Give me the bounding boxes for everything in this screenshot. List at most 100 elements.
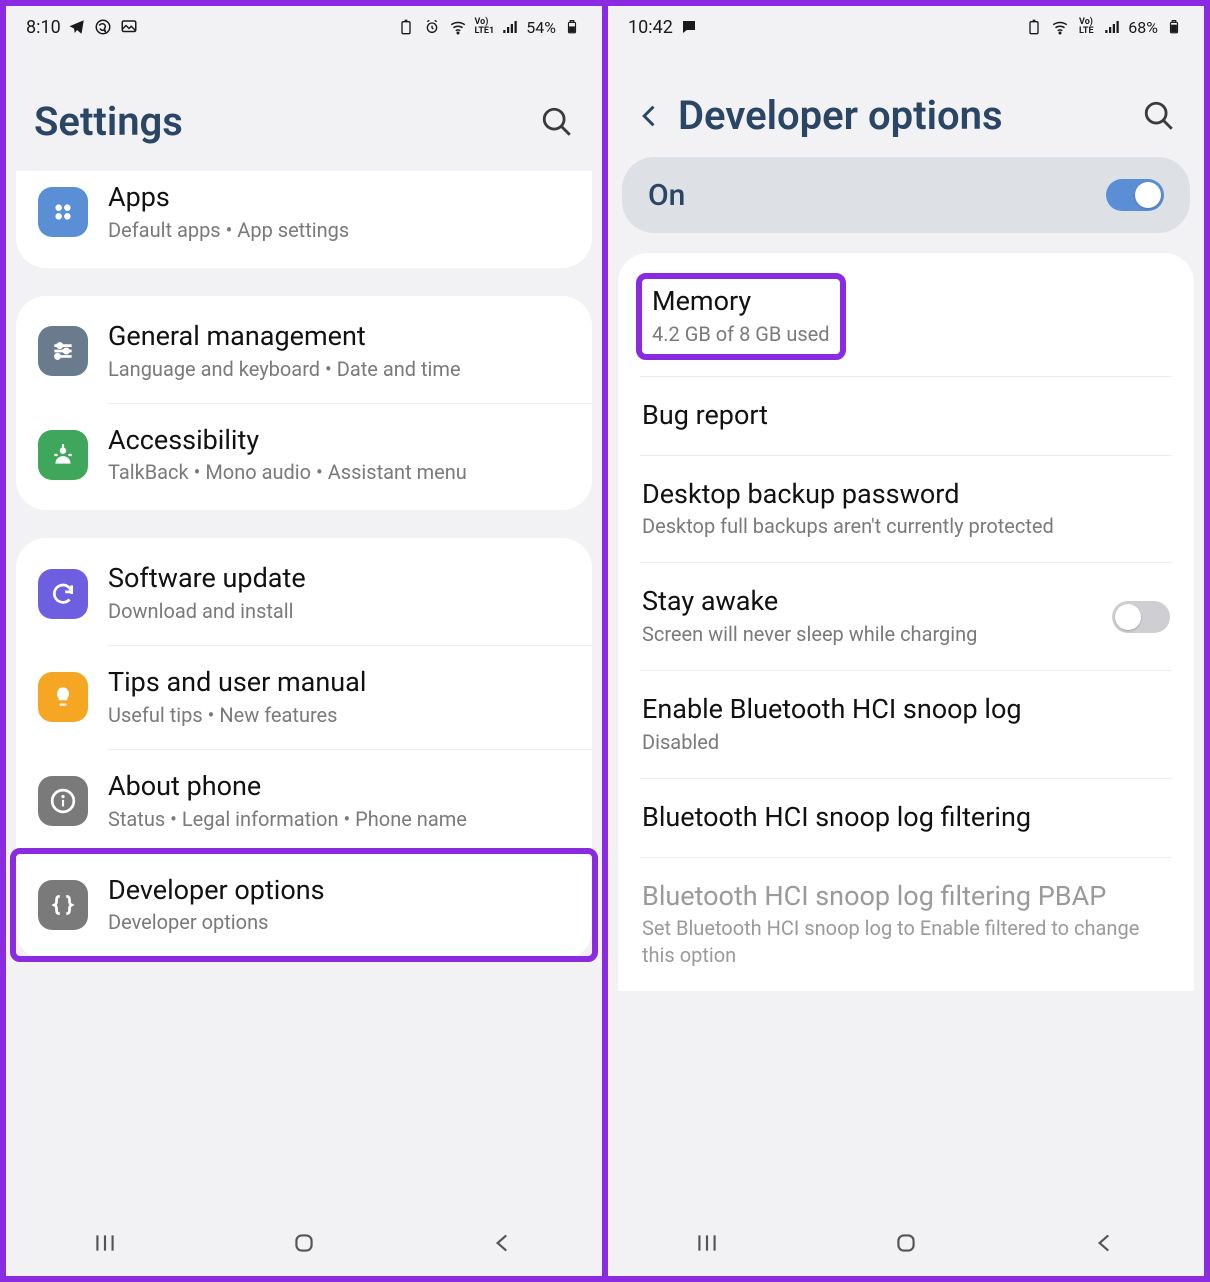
- row-title: Tips and user manual: [108, 666, 570, 700]
- row-title: Apps: [108, 181, 570, 215]
- settings-row-accessibility[interactable]: AccessibilityTalkBack • Mono audio • Ass…: [16, 404, 592, 507]
- image-icon: [119, 17, 139, 37]
- dev-row-hcilog[interactable]: Enable Bluetooth HCI snoop logDisabled: [618, 671, 1194, 778]
- telegram-icon: [67, 17, 87, 37]
- settings-row-software[interactable]: Software updateDownload and install: [16, 542, 592, 645]
- row-title: Bluetooth HCI snoop log filtering PBAP: [642, 880, 1170, 914]
- settings-group: AppsDefault apps • App settings: [16, 171, 592, 268]
- phone-right-developer: 10:42 Vo)LTE 68% Developer options On Me…: [608, 0, 1210, 1282]
- phone-left-settings: 8:10 Vo)LTE1 54% Settings AppsDefault ap…: [0, 0, 608, 1282]
- nav-recents[interactable]: [87, 1225, 123, 1261]
- row-title: Desktop backup password: [642, 478, 1170, 512]
- row-title: Bug report: [642, 399, 1170, 433]
- settings-row-about[interactable]: About phoneStatus • Legal information • …: [16, 750, 592, 853]
- nav-bar: [608, 1210, 1204, 1276]
- battery-icon: [1164, 17, 1184, 37]
- back-button[interactable]: [636, 102, 664, 130]
- settings-row-developer[interactable]: Developer optionsDeveloper options: [16, 854, 592, 957]
- status-bar: 10:42 Vo)LTE 68%: [608, 6, 1204, 48]
- status-time: 8:10: [26, 17, 61, 38]
- row-text: AccessibilityTalkBack • Mono audio • Ass…: [108, 424, 570, 487]
- row-text: Stay awakeScreen will never sleep while …: [642, 585, 1092, 648]
- row-title: Enable Bluetooth HCI snoop log: [642, 693, 1170, 727]
- dev-row-hcipbap: Bluetooth HCI snoop log filtering PBAPSe…: [618, 858, 1194, 992]
- row-subtitle: Set Bluetooth HCI snoop log to Enable fi…: [642, 915, 1170, 969]
- signal-icon: [1102, 17, 1122, 37]
- status-bar: 8:10 Vo)LTE1 54%: [6, 6, 602, 48]
- row-text: About phoneStatus • Legal information • …: [108, 770, 570, 833]
- page-header: Developer options: [608, 48, 1204, 157]
- page-title: Settings: [34, 98, 526, 145]
- dev-row-bugreport[interactable]: Bug report: [618, 377, 1194, 455]
- dev-row-stayawake[interactable]: Stay awakeScreen will never sleep while …: [618, 563, 1194, 670]
- row-title: Stay awake: [642, 585, 1092, 619]
- signal-icon: [500, 17, 520, 37]
- master-toggle[interactable]: [1106, 179, 1164, 211]
- refresh-icon: [38, 569, 88, 619]
- nav-home[interactable]: [286, 1225, 322, 1261]
- dev-row-memory[interactable]: Memory4.2 GB of 8 GB used: [618, 257, 1194, 376]
- search-button[interactable]: [540, 105, 574, 139]
- alarm-icon: [422, 17, 442, 37]
- row-text: Bluetooth HCI snoop log filtering PBAPSe…: [642, 880, 1170, 970]
- nav-recents[interactable]: [689, 1225, 725, 1261]
- settings-row-apps[interactable]: AppsDefault apps • App settings: [16, 171, 592, 264]
- row-title: General management: [108, 320, 570, 354]
- search-button[interactable]: [1142, 99, 1176, 133]
- settings-list[interactable]: AppsDefault apps • App settings General m…: [6, 171, 602, 1210]
- person-icon: [38, 430, 88, 480]
- master-toggle-bar[interactable]: On: [622, 157, 1190, 233]
- row-subtitle: Download and install: [108, 598, 570, 625]
- grid-icon: [38, 187, 88, 237]
- nav-back[interactable]: [1087, 1225, 1123, 1261]
- row-title: Software update: [108, 562, 570, 596]
- row-text: Enable Bluetooth HCI snoop logDisabled: [642, 693, 1170, 756]
- row-toggle[interactable]: [1112, 601, 1170, 633]
- status-battery-pct: 54%: [526, 18, 556, 37]
- bulb-icon: [38, 672, 88, 722]
- battery-saver-icon: [396, 17, 416, 37]
- row-title: Memory: [652, 285, 830, 319]
- row-text: Software updateDownload and install: [108, 562, 570, 625]
- row-text: Tips and user manualUseful tips • New fe…: [108, 666, 570, 729]
- row-title: Developer options: [108, 874, 570, 908]
- wifi-icon: [1050, 17, 1070, 37]
- row-text: General managementLanguage and keyboard …: [108, 320, 570, 383]
- nav-home[interactable]: [888, 1225, 924, 1261]
- row-subtitle: Desktop full backups aren't currently pr…: [642, 513, 1170, 540]
- page-title: Developer options: [678, 92, 1128, 139]
- battery-icon: [562, 17, 582, 37]
- volte-icon: Vo)LTE1: [474, 17, 494, 37]
- wifi-icon: [448, 17, 468, 37]
- dev-row-desktopbackup[interactable]: Desktop backup passwordDesktop full back…: [618, 456, 1194, 563]
- settings-group: Software updateDownload and install Tips …: [16, 538, 592, 960]
- row-text: Desktop backup passwordDesktop full back…: [642, 478, 1170, 541]
- row-text: Developer optionsDeveloper options: [108, 874, 570, 937]
- row-subtitle: Language and keyboard • Date and time: [108, 356, 570, 383]
- dev-row-hcifilter[interactable]: Bluetooth HCI snoop log filtering: [618, 779, 1194, 857]
- row-subtitle: Status • Legal information • Phone name: [108, 806, 570, 833]
- row-subtitle: Screen will never sleep while charging: [642, 621, 1092, 648]
- row-subtitle: 4.2 GB of 8 GB used: [652, 321, 830, 348]
- row-text: AppsDefault apps • App settings: [108, 181, 570, 244]
- row-subtitle: Developer options: [108, 909, 570, 936]
- row-subtitle: Useful tips • New features: [108, 702, 570, 729]
- volte-icon: Vo)LTE: [1076, 17, 1096, 37]
- row-subtitle: Disabled: [642, 729, 1170, 756]
- settings-row-general[interactable]: General managementLanguage and keyboard …: [16, 300, 592, 403]
- row-subtitle: Default apps • App settings: [108, 217, 570, 244]
- braces-icon: [38, 880, 88, 930]
- row-text: Bluetooth HCI snoop log filtering: [642, 801, 1170, 835]
- nav-bar: [6, 1210, 602, 1276]
- status-time: 10:42: [628, 17, 673, 38]
- nav-back[interactable]: [485, 1225, 521, 1261]
- settings-group: General managementLanguage and keyboard …: [16, 296, 592, 511]
- info-icon: [38, 776, 88, 826]
- row-subtitle: TalkBack • Mono audio • Assistant menu: [108, 459, 570, 486]
- developer-options-list[interactable]: Memory4.2 GB of 8 GB used Bug report Deskt…: [608, 253, 1204, 1210]
- page-header: Settings: [6, 48, 602, 171]
- whatsapp-icon: [93, 17, 113, 37]
- row-title: About phone: [108, 770, 570, 804]
- row-text: Bug report: [642, 399, 1170, 433]
- settings-row-tips[interactable]: Tips and user manualUseful tips • New fe…: [16, 646, 592, 749]
